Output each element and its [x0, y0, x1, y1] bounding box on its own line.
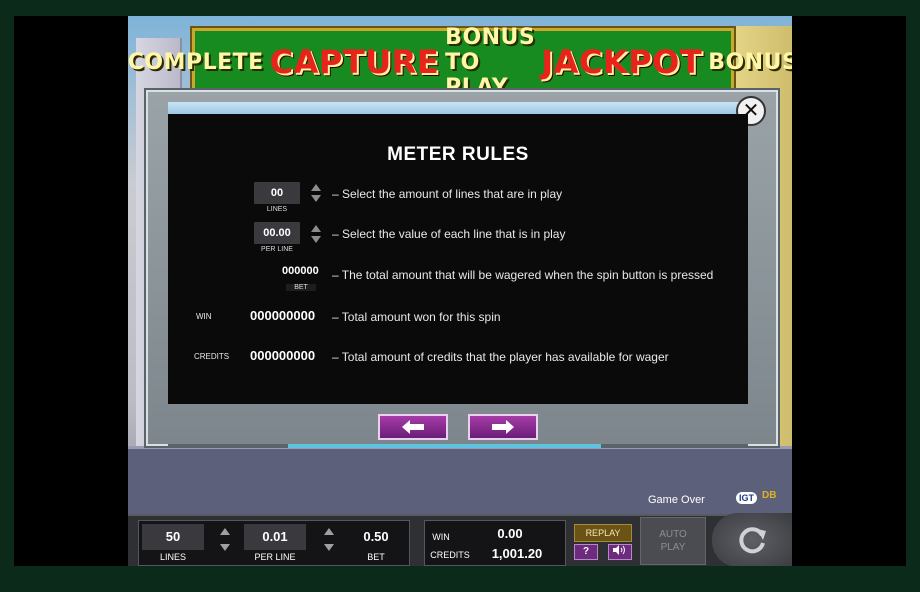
lines-sample-label: LINES [266, 206, 288, 213]
perline-sample-value: 00.00 [254, 222, 300, 244]
up-arrow-icon [311, 225, 321, 232]
left-arrow-icon [402, 420, 424, 434]
spin-icon [739, 527, 766, 554]
bonus-banner: COMPLETE CAPTURE BONUS TO PLAY JACKPOT B… [128, 25, 792, 100]
game-window: COMPLETE CAPTURE BONUS TO PLAY JACKPOT B… [14, 16, 906, 566]
perline-label: PER LINE [254, 552, 296, 562]
igt-logo: IGT [736, 492, 757, 504]
meter-rules-dialog: ✕ METER RULES 00 LINES – Select the amou… [146, 90, 778, 448]
win-label: WIN [432, 532, 450, 542]
page-progress-bar [168, 444, 748, 448]
lines-sample-value: 00 [254, 182, 300, 204]
autoplay-button[interactable]: AUTO PLAY [640, 517, 706, 565]
bet-label: BET [367, 552, 385, 562]
banner-text-jackpot: JACKPOT [541, 43, 703, 81]
up-arrow-icon [311, 184, 321, 191]
credits-value: 1,001.20 [491, 546, 543, 561]
perline-description: – Select the value of each line that is … [332, 227, 566, 241]
banner-text-1: COMPLETE [128, 49, 264, 75]
speaker-icon [613, 545, 625, 555]
previous-page-button[interactable] [378, 414, 448, 440]
next-page-button[interactable] [468, 414, 538, 440]
autoplay-label-1: AUTO [659, 529, 687, 540]
game-over-text: Game Over [648, 494, 705, 506]
lines-increase-button[interactable] [220, 528, 230, 535]
game-scene: COMPLETE CAPTURE BONUS TO PLAY JACKPOT B… [128, 16, 792, 566]
rule-row-bet: 000000 BET – The total amount that will … [168, 264, 748, 300]
down-arrow-icon [311, 195, 321, 202]
win-description: – Total amount won for this spin [332, 310, 501, 324]
rules-title: METER RULES [387, 144, 529, 165]
down-arrow-icon [311, 236, 321, 243]
lines-decrease-button[interactable] [220, 544, 230, 551]
help-button[interactable]: ? [574, 544, 598, 560]
meter-rules-panel: METER RULES 00 LINES – Select the amount… [168, 114, 748, 404]
autoplay-label-2: PLAY [660, 542, 686, 553]
background-floor [128, 446, 792, 519]
bet-sample-label: BET [286, 284, 316, 291]
credits-description: – Total amount of credits that the playe… [332, 350, 669, 364]
credits-sample-label: CREDITS [194, 352, 230, 361]
page-progress-fill [288, 444, 602, 448]
spin-button[interactable] [712, 513, 792, 566]
perline-sample-label: PER LINE [261, 246, 293, 253]
lines-label: LINES [159, 552, 186, 562]
credits-sample-value: 000000000 [250, 348, 316, 363]
rule-row-credits: CREDITS 000000000 – Total amount of cred… [168, 346, 748, 382]
lines-description: – Select the amount of lines that are in… [332, 187, 563, 201]
rule-row-perline: 00.00 PER LINE – Select the value of eac… [168, 222, 748, 258]
bet-sample-value: 000000 [282, 265, 319, 277]
perline-decrease-button[interactable] [324, 544, 334, 551]
lines-value: 50 [165, 529, 181, 544]
win-value: 0.00 [497, 526, 523, 541]
rule-row-win: WIN 000000000 – Total amount won for thi… [168, 306, 748, 342]
perline-increase-button[interactable] [324, 528, 334, 535]
perline-value: 0.01 [262, 529, 288, 544]
banner-text-2: BONUS TO PLAY [445, 24, 536, 100]
sound-button[interactable] [608, 544, 632, 560]
win-sample-label: WIN [196, 312, 212, 321]
right-arrow-icon [492, 420, 514, 434]
banner-text-3: BONUS [708, 49, 792, 75]
bet-value: 0.50 [363, 529, 389, 544]
replay-button[interactable]: REPLAY [574, 524, 632, 542]
banner-text-capture: CAPTURE [269, 43, 440, 81]
win-sample-value: 000000000 [250, 308, 316, 323]
dialog-top-bar [168, 102, 748, 114]
credits-label: CREDITS [430, 550, 470, 560]
bet-description: – The total amount that will be wagered … [332, 268, 714, 282]
rule-row-lines: 00 LINES – Select the amount of lines th… [168, 182, 748, 218]
db-logo: DB [762, 490, 777, 501]
